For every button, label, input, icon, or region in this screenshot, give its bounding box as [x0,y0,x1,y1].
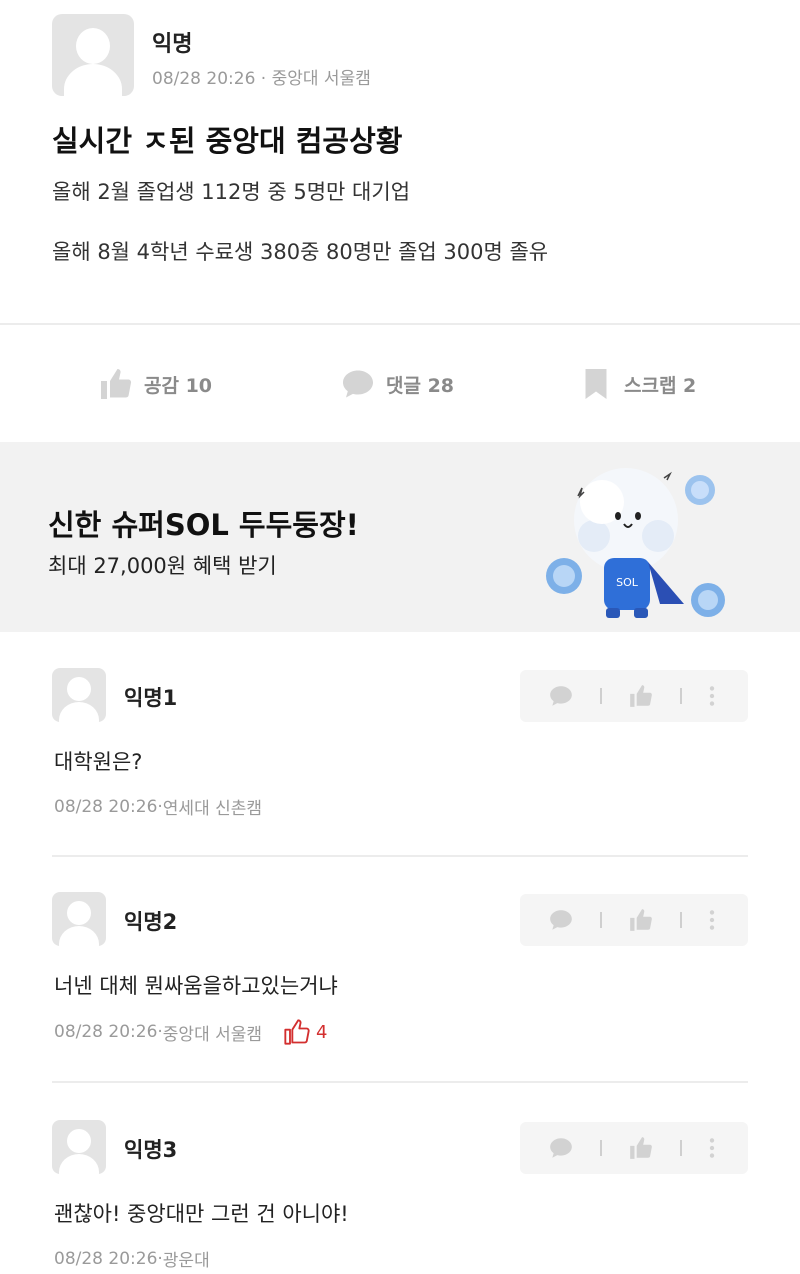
post-body-line: 올해 2월 졸업생 112명 중 5명만 대기업 [52,180,411,204]
thumb-up-icon[interactable] [628,1135,654,1161]
comment-campus: 중앙대 서울캠 [162,1024,263,1045]
comment-time: 08/28 20:26 [54,796,158,817]
comment-avatar[interactable] [52,892,106,946]
speech-bubble-icon [343,370,373,398]
action-bar: 공감 10 댓글 28 스크랩 2 [0,326,800,442]
comment-campus: 연세대 신촌캠 [162,799,263,819]
more-vertical-icon[interactable] [706,683,718,709]
comment-text: 괜찮아! 중앙대만 그런 건 아니야! [54,1202,349,1226]
comment-item: 익명2 너넨 대체 뭔싸움을하고있는거냐 08/28 20:26 · 중앙대 서… [52,892,748,1045]
post-title: 실시간 ㅈ된 중앙대 컴공상황 [52,124,403,158]
thumb-up-icon [284,1019,310,1045]
comment-meta: 08/28 20:26 · 연세대 신촌캠 [54,794,263,820]
like-label: 공감 10 [144,374,213,397]
comment-avatar[interactable] [52,1120,106,1174]
comment-toolbar [520,1122,748,1174]
meta-separator: · [255,69,272,89]
reply-icon[interactable] [548,907,574,933]
mascot-illustration: SOL [546,468,725,618]
comment-time: 08/28 20:26 [54,1248,158,1269]
ad-title: 신한 슈퍼SOL 두두둥장! [48,508,359,542]
more-vertical-icon[interactable] [706,1135,718,1161]
comment-button[interactable]: 댓글 28 [340,366,454,402]
scrap-button[interactable]: 스크랩 2 [578,366,696,402]
comment-item: 익명3 괜찮아! 중앙대만 그런 건 아니야! 08/28 20:26 · 광운… [52,1120,748,1272]
post-body-line: 올해 8월 4학년 수료생 380중 80명만 졸업 300명 졸유 [52,240,549,264]
toolbar-separator [600,912,602,928]
toolbar-separator [680,688,682,704]
comment-author: 익명3 [124,1138,178,1162]
divider [52,1081,748,1083]
thumb-up-icon[interactable] [628,683,654,709]
author-avatar[interactable] [52,14,134,96]
ad-banner[interactable]: 신한 슈퍼SOL 두두둥장! 최대 27,000원 혜택 받기 SOL [0,442,800,632]
post-time: 08/28 20:26 [152,69,256,89]
like-button[interactable]: 공감 10 [98,366,212,402]
comment-text: 대학원은? [54,750,143,774]
comment-meta: 08/28 20:26 · 광운대 [54,1246,210,1272]
divider [0,323,800,325]
comment-time: 08/28 20:26 [54,1022,158,1042]
comment-meta: 08/28 20:26 · 중앙대 서울캠 4 [54,1018,328,1046]
comment-text: 너넨 대체 뭔싸움을하고있는거냐 [54,974,338,998]
comment-toolbar [520,670,748,722]
post-campus: 중앙대 서울캠 [271,69,371,89]
comment-avatar[interactable] [52,668,106,722]
mascot-label: SOL [616,576,639,589]
scrap-label: 스크랩 2 [624,374,697,397]
more-vertical-icon[interactable] [706,907,718,933]
ad-subtitle: 최대 27,000원 혜택 받기 [48,554,277,578]
bookmark-icon [585,369,607,399]
reply-icon[interactable] [548,1135,574,1161]
toolbar-separator [600,688,602,704]
thumb-up-icon[interactable] [628,907,654,933]
comment-item: 익명1 대학원은? 08/28 20:26 · 연세대 신촌캠 [52,668,748,820]
reply-icon[interactable] [548,683,574,709]
comment-toolbar [520,894,748,946]
thumb-up-icon [101,369,132,399]
comment-like-count: 4 [282,1018,328,1046]
comment-label: 댓글 28 [386,374,455,397]
divider [52,855,748,857]
toolbar-separator [600,1140,602,1156]
post-body: 올해 2월 졸업생 112명 중 5명만 대기업 올해 8월 4학년 수료생 3… [52,182,548,263]
comment-campus: 광운대 [162,1251,210,1271]
toolbar-separator [680,912,682,928]
comment-author: 익명1 [124,686,178,710]
post-header: 익명 08/28 20:26 · 중앙대 서울캠 [52,14,752,96]
post-author: 익명 [152,32,193,57]
like-count: 4 [316,1021,328,1043]
post-meta: 08/28 20:26 · 중앙대 서울캠 [152,64,371,89]
comment-author: 익명2 [124,910,178,934]
toolbar-separator [680,1140,682,1156]
